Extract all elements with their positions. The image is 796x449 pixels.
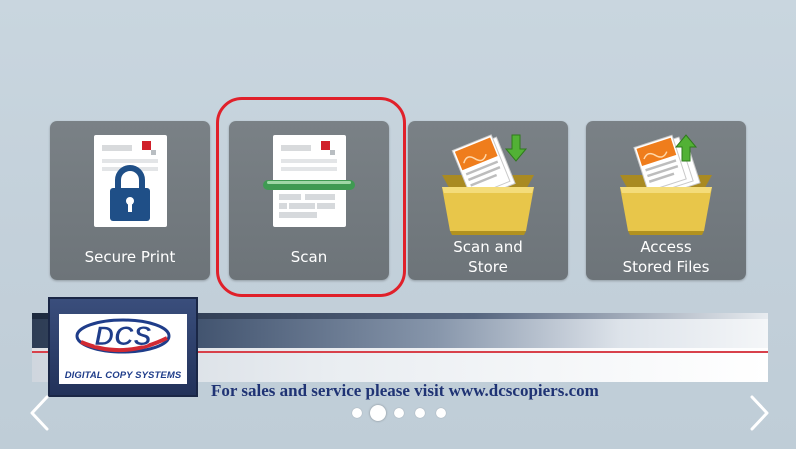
page-dot-5[interactable] — [436, 408, 446, 418]
chevron-right-icon — [750, 395, 769, 431]
page-dot-2-active[interactable] — [370, 405, 386, 421]
scan-label: Scan — [290, 248, 328, 266]
page-dot-1[interactable] — [352, 408, 362, 418]
secure-print-tile[interactable]: Secure Print — [50, 121, 210, 280]
secure-print-label: Secure Print — [84, 248, 176, 266]
access-stored-files-tile[interactable]: Access Stored Files — [586, 121, 746, 280]
scanner-document-icon — [229, 131, 389, 241]
lock-document-icon — [50, 131, 210, 241]
dcs-logo-mark: DCS — [75, 318, 171, 354]
dcs-logo-panel: DCS DIGITAL COPY SYSTEMS — [59, 314, 187, 384]
access-stored-files-label: Access Stored Files — [622, 238, 710, 276]
scan-to-box-icon — [408, 131, 568, 241]
previous-page-arrow[interactable] — [27, 393, 51, 433]
stored-files-box-icon — [586, 131, 746, 241]
page-indicator — [350, 404, 450, 422]
scan-and-store-label: Scan and Store — [453, 238, 523, 276]
banner-message: For sales and service please visit www.d… — [211, 381, 599, 400]
scan-tile[interactable]: Scan — [229, 121, 389, 280]
page-dot-3[interactable] — [394, 408, 404, 418]
next-page-arrow[interactable] — [748, 393, 772, 433]
dcs-logo-caption: DIGITAL COPY SYSTEMS — [64, 370, 182, 381]
page-dot-4[interactable] — [415, 408, 425, 418]
chevron-left-icon — [30, 395, 49, 431]
dcs-logo-text: DCS — [94, 321, 151, 351]
dcs-logo: DCS DIGITAL COPY SYSTEMS — [48, 297, 198, 397]
scan-and-store-tile[interactable]: Scan and Store — [408, 121, 568, 280]
